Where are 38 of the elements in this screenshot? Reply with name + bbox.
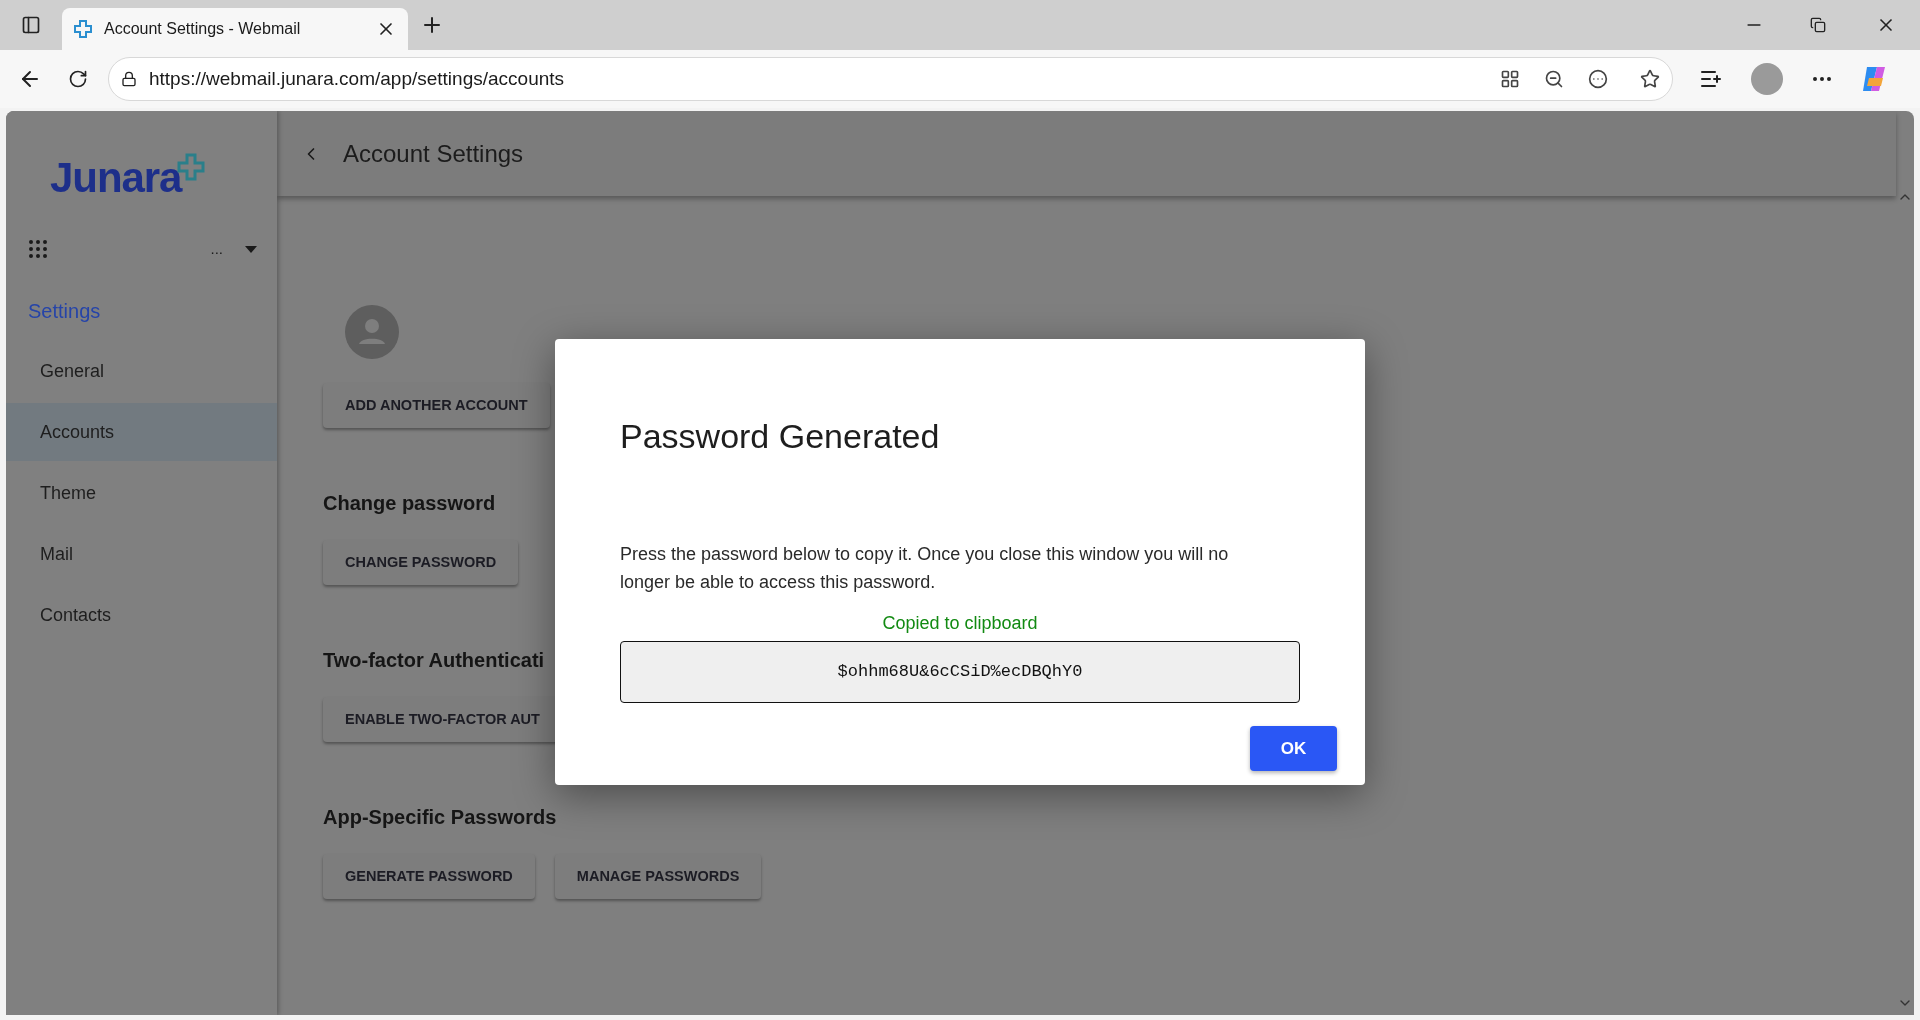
user-avatar-icon bbox=[345, 305, 399, 359]
apps-grid-icon[interactable] bbox=[26, 237, 50, 261]
sidebar-item[interactable]: Theme bbox=[6, 464, 277, 522]
account-menu-text[interactable]: ... bbox=[210, 237, 223, 261]
dialog-message: Press the password below to copy it. Once you close this window you will no longer be able to access this password. bbox=[620, 543, 1230, 594]
section-heading: App-Specific Passwords bbox=[323, 805, 557, 830]
action-button[interactable]: GENERATE PASSWORD bbox=[323, 854, 535, 899]
zoom-out-icon[interactable] bbox=[1544, 69, 1564, 89]
dialog-title: Password Generated bbox=[620, 416, 941, 457]
action-button[interactable]: MANAGE PASSWORDS bbox=[554, 854, 762, 899]
sidebar-item[interactable]: Mail bbox=[6, 525, 277, 583]
sidebar-toggle-icon[interactable] bbox=[21, 15, 41, 35]
favicon-icon bbox=[74, 20, 92, 38]
sidebar-item[interactable]: Contacts bbox=[6, 586, 277, 644]
password-field[interactable]: $ohhm68U&6cCSiD%ecDBQhY0 bbox=[620, 641, 1300, 703]
url-text: https://webmail.junara.com/app/settings/accounts bbox=[149, 66, 566, 91]
page-title: Account Settings bbox=[343, 138, 524, 169]
sidebar-heading: Settings bbox=[27, 299, 102, 324]
dropdown-caret-icon[interactable] bbox=[245, 245, 257, 253]
sidebar-item[interactable]: General bbox=[6, 342, 277, 400]
logo-wordmark: Junara bbox=[50, 157, 182, 199]
action-button[interactable]: CHANGE PASSWORD bbox=[323, 540, 519, 585]
restore-icon[interactable] bbox=[1810, 17, 1826, 33]
sidebar-item[interactable]: Accounts bbox=[6, 403, 277, 461]
ok-button[interactable]: OK bbox=[1250, 726, 1337, 771]
address-bar[interactable]: https://webmail.junara.com/app/settings/accounts bbox=[108, 57, 1673, 101]
more-circle-icon[interactable] bbox=[1588, 69, 1608, 89]
copy-status: Copied to clipboard bbox=[882, 612, 1038, 635]
action-button[interactable]: ADD ANOTHER ACCOUNT bbox=[323, 383, 550, 428]
browser-tab[interactable]: Account Settings - Webmail bbox=[62, 8, 408, 50]
favorite-star-icon[interactable] bbox=[1640, 69, 1660, 89]
lock-icon bbox=[121, 71, 137, 87]
tab-title: Account Settings - Webmail bbox=[104, 19, 302, 39]
app-available-icon[interactable] bbox=[1500, 69, 1520, 89]
section-heading: Change password bbox=[323, 491, 496, 516]
profile-avatar[interactable] bbox=[1751, 63, 1783, 95]
section-heading: Two-factor Authenticati bbox=[323, 648, 545, 673]
reload-icon[interactable] bbox=[68, 69, 88, 89]
